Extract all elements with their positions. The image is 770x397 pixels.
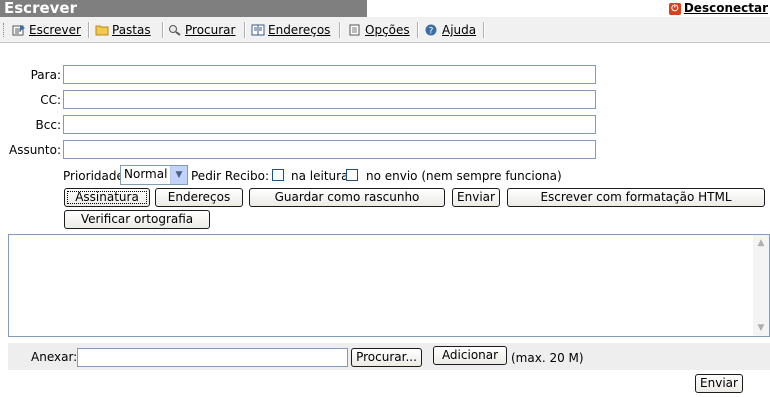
- search-icon: [169, 25, 181, 36]
- menu-separator: [88, 22, 90, 38]
- menu-item-label: Ajuda: [442, 23, 477, 37]
- read-receipt-checkbox[interactable]: [272, 169, 284, 181]
- delivery-receipt-label: no envio (nem sempre funciona): [366, 169, 562, 183]
- cc-field[interactable]: [63, 90, 596, 109]
- send-button[interactable]: Enviar: [452, 188, 500, 207]
- browse-button[interactable]: Procurar...: [351, 348, 422, 367]
- compose-icon: [12, 25, 25, 36]
- attach-label: Anexar:: [31, 350, 78, 364]
- delivery-receipt-checkbox[interactable]: [346, 169, 358, 181]
- vertical-scrollbar[interactable]: ▲ ▼: [753, 235, 769, 336]
- html-compose-button[interactable]: Escrever com formatação HTML: [507, 188, 765, 207]
- receipt-label: Pedir Recibo:: [191, 169, 270, 183]
- bcc-label: Bcc:: [35, 118, 61, 132]
- save-draft-button[interactable]: Guardar como rascunho: [249, 188, 445, 207]
- signature-button[interactable]: Assinatura: [64, 188, 150, 207]
- attach-add-button[interactable]: Adicionar: [433, 346, 507, 365]
- attach-file-field[interactable]: [77, 348, 348, 367]
- menu-item-label: Pastas: [112, 23, 151, 37]
- menu-item-label: Opções: [365, 23, 410, 37]
- priority-label: Prioridade: [63, 169, 124, 183]
- menu-item-help[interactable]: ? Ajuda: [425, 23, 476, 38]
- toolbar-grip: [3, 23, 6, 37]
- menu-item-compose[interactable]: Escrever: [12, 23, 81, 38]
- logout-link[interactable]: ⏻ Desconectar: [668, 0, 768, 17]
- to-field[interactable]: [63, 65, 596, 84]
- menu-separator: [162, 22, 164, 38]
- scroll-up-icon[interactable]: ▲: [755, 237, 767, 249]
- menu-separator: [417, 22, 419, 38]
- menu-item-addresses[interactable]: Endereços: [251, 23, 330, 38]
- power-icon: ⏻: [668, 2, 681, 15]
- priority-value: Normal: [124, 167, 168, 181]
- options-icon: [349, 24, 360, 36]
- addresses-button[interactable]: Endereços: [155, 188, 243, 207]
- priority-select[interactable]: Normal ▼: [120, 165, 188, 185]
- subject-label: Assunto:: [8, 143, 61, 157]
- to-label: Para:: [30, 68, 61, 82]
- menu-item-label: Endereços: [268, 23, 331, 37]
- address-book-icon: [251, 24, 265, 36]
- help-icon: ?: [425, 24, 437, 37]
- folder-icon: [95, 25, 109, 36]
- subject-field[interactable]: [63, 140, 596, 159]
- message-body[interactable]: ▲ ▼: [8, 234, 770, 337]
- menu-item-search[interactable]: Procurar: [168, 23, 235, 38]
- logout-label[interactable]: Desconectar: [684, 1, 768, 15]
- attach-bar: Anexar: Procurar... Adicionar (max. 20 M…: [8, 343, 770, 370]
- send-bottom-button[interactable]: Enviar: [695, 374, 743, 393]
- spellcheck-button[interactable]: Verificar ortografia: [64, 210, 210, 229]
- menu-separator: [339, 22, 341, 38]
- read-receipt-label: na leitura: [291, 169, 349, 183]
- svg-text:?: ?: [429, 27, 434, 37]
- cc-label: CC:: [40, 93, 61, 107]
- menu-item-folders[interactable]: Pastas: [95, 23, 151, 38]
- attach-size-note: (max. 20 M): [511, 351, 584, 365]
- page-title: Escrever: [0, 0, 367, 17]
- menu-item-label: Procurar: [185, 23, 236, 37]
- menu-separator: [244, 22, 246, 38]
- scroll-down-icon[interactable]: ▼: [755, 322, 767, 334]
- menu-item-options[interactable]: Opções: [348, 23, 410, 38]
- bcc-field[interactable]: [63, 115, 596, 134]
- menu-separator: [483, 22, 485, 38]
- title-bar: Escrever ⏻ Desconectar: [0, 0, 770, 17]
- menu-item-label: Escrever: [29, 23, 81, 37]
- menu-bar: Escrever Pastas Procurar Endereços Opçõe…: [0, 17, 770, 43]
- chevron-down-icon[interactable]: ▼: [170, 166, 187, 184]
